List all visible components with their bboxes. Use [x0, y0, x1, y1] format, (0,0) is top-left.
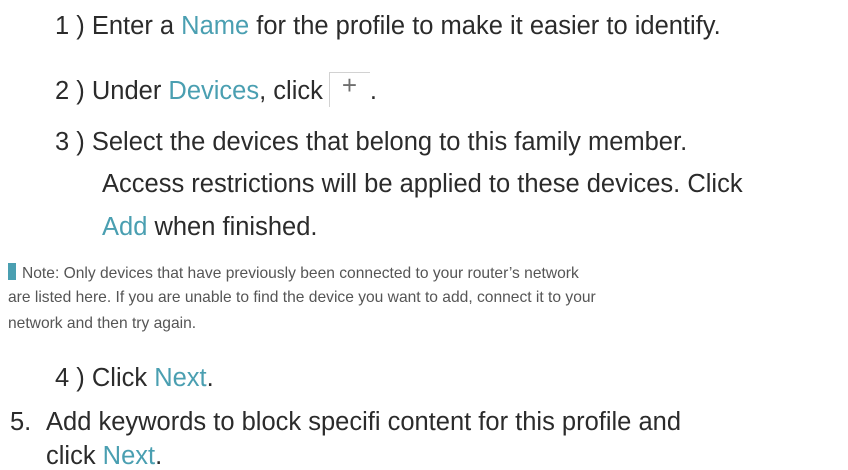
note-text: Note: Only devices that have previously …: [22, 265, 579, 282]
name-link: Name: [181, 12, 250, 40]
step-3-line-2: Access restrictions will be applied to t…: [102, 170, 743, 198]
step-text: click: [46, 442, 103, 470]
step-3-line-3: Add when finished.: [102, 213, 318, 241]
step-text: for the profile to make it easier to ide…: [249, 12, 721, 40]
step-3: 3 ) Select the devices that belong to th…: [55, 128, 688, 156]
step-text: .: [206, 364, 214, 392]
step-number: 1 ): [55, 12, 85, 40]
step-text: Click: [91, 364, 155, 392]
step-1: 1 ) Enter a Name for the profile to make…: [55, 12, 721, 40]
note-text: network and then try again.: [8, 315, 197, 332]
step-2: 2 ) Under Devices, click +.: [55, 72, 377, 107]
plus-icon: +: [328, 72, 370, 107]
step-text: Under: [91, 77, 169, 105]
step-text: , click: [259, 77, 323, 105]
step-number: 3 ): [55, 128, 85, 156]
step-text: .: [369, 77, 377, 105]
step-4: 4 ) Click Next.: [55, 364, 214, 392]
next-link: Next: [102, 442, 156, 470]
note-marker-icon: [8, 263, 16, 280]
step-number: 4 ): [55, 364, 85, 392]
step-5: 5. Add keywords to block specifi content …: [10, 408, 681, 436]
next-link: Next: [154, 364, 207, 392]
note-text: are listed here. If you are unable to fi…: [8, 289, 596, 306]
add-link: Add: [102, 213, 148, 241]
step-text: Enter a: [91, 12, 182, 40]
step-text: Add keywords to block specifi content fo…: [46, 408, 681, 436]
devices-link: Devices: [168, 77, 260, 105]
step-text: Access restrictions will be applied to t…: [102, 170, 743, 198]
step-5-line-2: click Next.: [46, 442, 163, 470]
step-text: when finished.: [147, 213, 318, 241]
step-number: 5.: [10, 408, 32, 436]
step-text: .: [155, 442, 163, 470]
step-text: Select the devices that belong to this f…: [91, 128, 688, 156]
step-number: 2 ): [55, 77, 85, 105]
